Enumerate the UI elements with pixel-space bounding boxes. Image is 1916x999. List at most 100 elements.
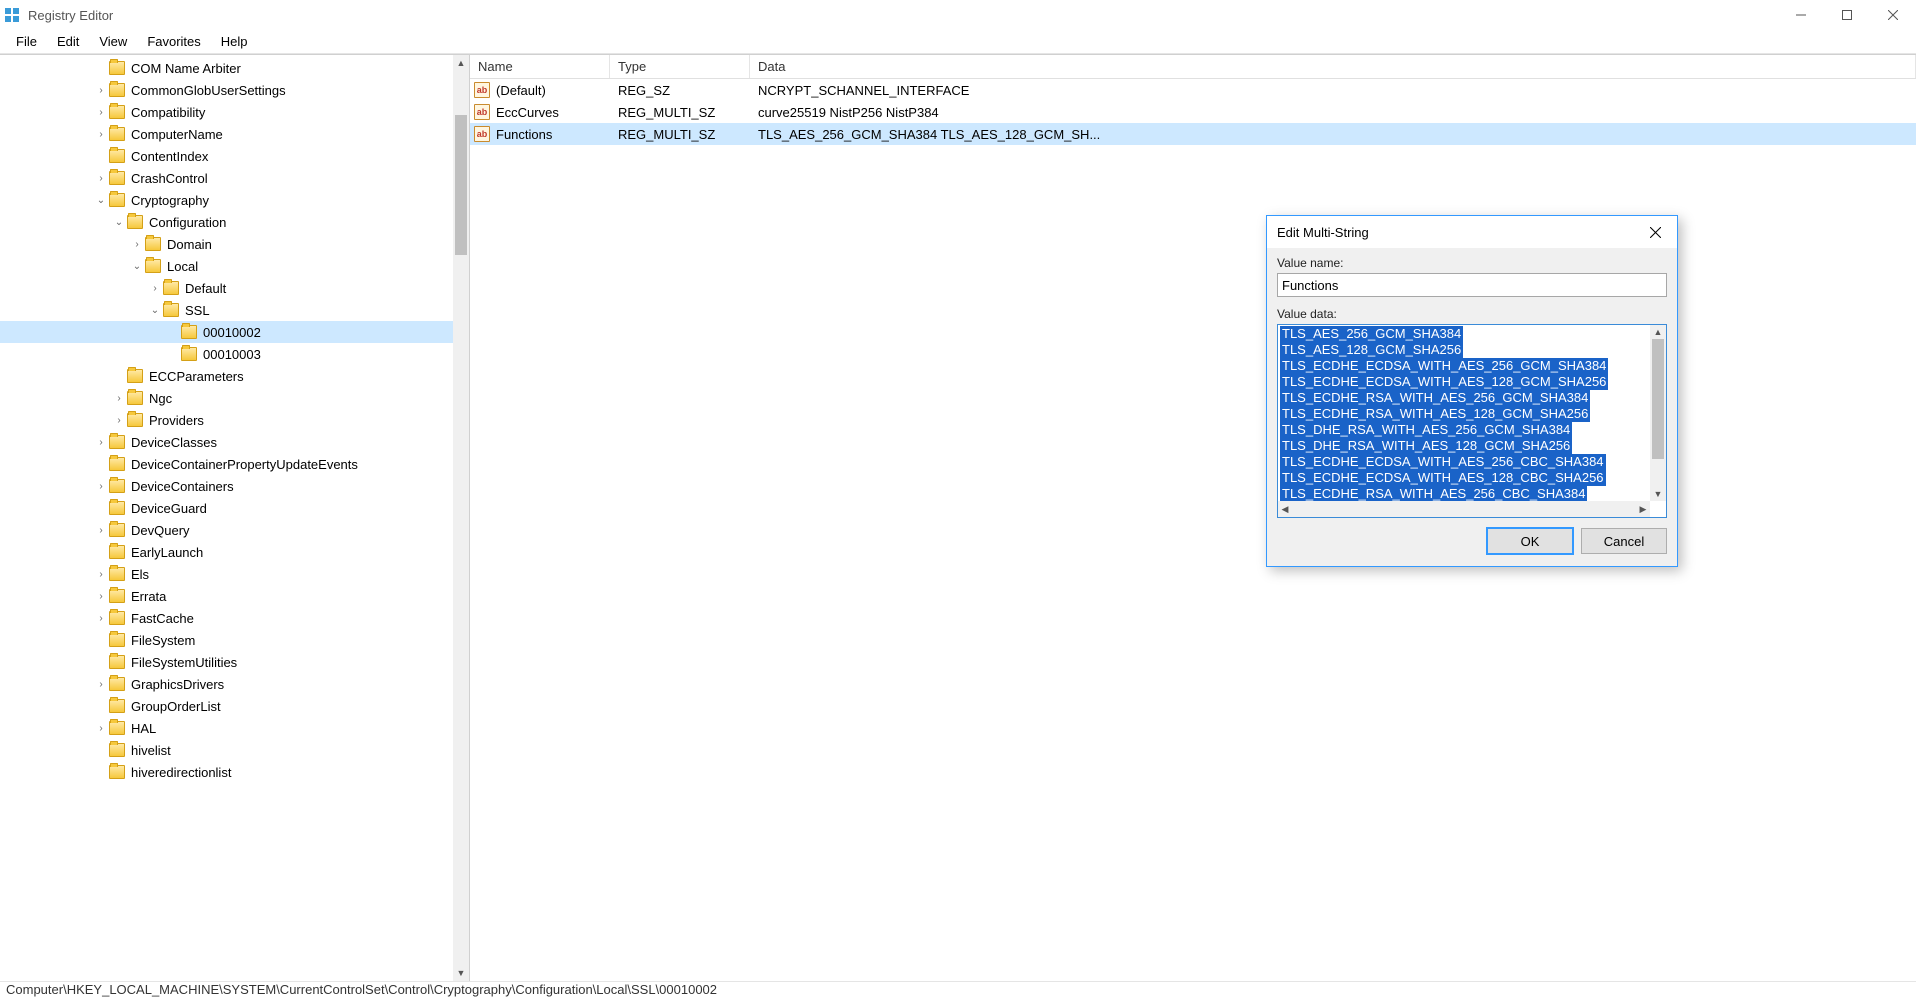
chevron-right-icon[interactable]: › <box>94 107 108 118</box>
chevron-right-icon[interactable]: › <box>94 723 108 734</box>
chevron-right-icon[interactable]: › <box>94 569 108 580</box>
chevron-right-icon[interactable]: › <box>94 437 108 448</box>
tree-item[interactable]: ›DeviceContainers <box>0 475 453 497</box>
scroll-thumb[interactable] <box>455 115 467 255</box>
maximize-button[interactable] <box>1824 0 1870 30</box>
values-list[interactable]: ab(Default)REG_SZNCRYPT_SCHANNEL_INTERFA… <box>470 79 1916 145</box>
dialog-close-button[interactable] <box>1643 220 1667 244</box>
minimize-button[interactable] <box>1778 0 1824 30</box>
value-row[interactable]: abEccCurvesREG_MULTI_SZcurve25519 NistP2… <box>470 101 1916 123</box>
scroll-down-icon[interactable]: ▼ <box>453 965 469 981</box>
tree-item[interactable]: ·00010002 <box>0 321 453 343</box>
chevron-down-icon[interactable]: ⌄ <box>130 261 144 272</box>
cipher-suite-line[interactable]: TLS_ECDHE_ECDSA_WITH_AES_128_GCM_SHA256 <box>1280 374 1608 390</box>
scroll-left-icon[interactable]: ◀ <box>1278 501 1292 517</box>
tree-item[interactable]: ⌄SSL <box>0 299 453 321</box>
cancel-button[interactable]: Cancel <box>1581 528 1667 554</box>
value-row[interactable]: ab(Default)REG_SZNCRYPT_SCHANNEL_INTERFA… <box>470 79 1916 101</box>
chevron-right-icon[interactable]: › <box>148 283 162 294</box>
close-button[interactable] <box>1870 0 1916 30</box>
address-bar[interactable]: Computer\HKEY_LOCAL_MACHINE\SYSTEM\Curre… <box>0 981 1916 999</box>
scroll-up-icon[interactable]: ▲ <box>1650 325 1666 339</box>
chevron-down-icon[interactable]: ⌄ <box>112 217 126 228</box>
cipher-suite-line[interactable]: TLS_ECDHE_RSA_WITH_AES_256_GCM_SHA384 <box>1280 390 1590 406</box>
tree-item[interactable]: ⌄Configuration <box>0 211 453 233</box>
tree-item[interactable]: ›DevQuery <box>0 519 453 541</box>
tree-item[interactable]: ›CommonGlobUserSettings <box>0 79 453 101</box>
tree-item[interactable]: ⌄Cryptography <box>0 189 453 211</box>
scroll-thumb[interactable] <box>1652 339 1664 459</box>
tree-item[interactable]: ·ContentIndex <box>0 145 453 167</box>
tree-item[interactable]: ·FileSystem <box>0 629 453 651</box>
string-value-icon: ab <box>474 82 490 98</box>
menu-help[interactable]: Help <box>211 32 258 51</box>
value-row[interactable]: abFunctionsREG_MULTI_SZTLS_AES_256_GCM_S… <box>470 123 1916 145</box>
chevron-right-icon[interactable]: › <box>94 591 108 602</box>
cipher-suite-line[interactable]: TLS_ECDHE_RSA_WITH_AES_256_CBC_SHA384 <box>1280 486 1587 501</box>
tree-item[interactable]: ·DeviceGuard <box>0 497 453 519</box>
dialog-hscrollbar[interactable]: ◀ ▶ <box>1278 501 1650 517</box>
cipher-suite-line[interactable]: TLS_DHE_RSA_WITH_AES_256_GCM_SHA384 <box>1280 422 1572 438</box>
menu-edit[interactable]: Edit <box>47 32 89 51</box>
cipher-suite-line[interactable]: TLS_DHE_RSA_WITH_AES_128_GCM_SHA256 <box>1280 438 1572 454</box>
scroll-right-icon[interactable]: ▶ <box>1636 501 1650 517</box>
tree-item[interactable]: ·COM Name Arbiter <box>0 57 453 79</box>
tree-item[interactable]: › Providers <box>0 409 453 431</box>
cipher-suite-line[interactable]: TLS_AES_128_GCM_SHA256 <box>1280 342 1463 358</box>
chevron-right-icon[interactable]: › <box>94 85 108 96</box>
dialog-vscrollbar[interactable]: ▲ ▼ <box>1650 325 1666 501</box>
chevron-right-icon[interactable]: › <box>94 173 108 184</box>
tree-item[interactable]: ›Domain <box>0 233 453 255</box>
chevron-right-icon[interactable]: › <box>112 415 126 426</box>
tree-item[interactable]: ›ComputerName <box>0 123 453 145</box>
tree-item[interactable]: ›Default <box>0 277 453 299</box>
column-header-data[interactable]: Data <box>750 55 1916 78</box>
menu-view[interactable]: View <box>89 32 137 51</box>
tree-item[interactable]: ·hiveredirectionlist <box>0 761 453 783</box>
ok-button[interactable]: OK <box>1487 528 1573 554</box>
chevron-right-icon[interactable]: › <box>112 393 126 404</box>
cipher-suite-line[interactable]: TLS_ECDHE_ECDSA_WITH_AES_256_CBC_SHA384 <box>1280 454 1606 470</box>
chevron-down-icon[interactable]: ⌄ <box>94 195 108 206</box>
tree-item[interactable]: ›FastCache <box>0 607 453 629</box>
tree-item[interactable]: ·EarlyLaunch <box>0 541 453 563</box>
tree-item[interactable]: ›Compatibility <box>0 101 453 123</box>
tree-item[interactable]: ›Errata <box>0 585 453 607</box>
cipher-suite-line[interactable]: TLS_ECDHE_ECDSA_WITH_AES_256_GCM_SHA384 <box>1280 358 1608 374</box>
scroll-down-icon[interactable]: ▼ <box>1650 487 1666 501</box>
cipher-suite-line[interactable]: TLS_AES_256_GCM_SHA384 <box>1280 326 1463 342</box>
column-header-name[interactable]: Name <box>470 55 610 78</box>
menu-file[interactable]: File <box>6 32 47 51</box>
tree-item[interactable]: ·ECCParameters <box>0 365 453 387</box>
tree-item[interactable]: ·DeviceContainerPropertyUpdateEvents <box>0 453 453 475</box>
registry-tree[interactable]: ·COM Name Arbiter›CommonGlobUserSettings… <box>0 55 453 783</box>
tree-item[interactable]: ·GroupOrderList <box>0 695 453 717</box>
cipher-suite-line[interactable]: TLS_ECDHE_RSA_WITH_AES_128_GCM_SHA256 <box>1280 406 1590 422</box>
tree-item[interactable]: ·hivelist <box>0 739 453 761</box>
chevron-down-icon[interactable]: ⌄ <box>148 305 162 316</box>
menu-favorites[interactable]: Favorites <box>137 32 210 51</box>
scroll-up-icon[interactable]: ▲ <box>453 55 469 71</box>
value-name-input[interactable] <box>1277 273 1667 297</box>
chevron-right-icon[interactable]: › <box>94 525 108 536</box>
chevron-right-icon[interactable]: › <box>94 129 108 140</box>
chevron-right-icon[interactable]: › <box>94 481 108 492</box>
tree-item-label: Providers <box>147 413 206 428</box>
tree-item[interactable]: ›DeviceClasses <box>0 431 453 453</box>
column-header-type[interactable]: Type <box>610 55 750 78</box>
tree-item[interactable]: ›CrashControl <box>0 167 453 189</box>
tree-item[interactable]: ⌄Local <box>0 255 453 277</box>
tree-item[interactable]: ›Ngc <box>0 387 453 409</box>
tree-item[interactable]: ·FileSystemUtilities <box>0 651 453 673</box>
tree-item[interactable]: ›HAL <box>0 717 453 739</box>
tree-item[interactable]: ›GraphicsDrivers <box>0 673 453 695</box>
tree-scrollbar[interactable]: ▲ ▼ <box>453 55 469 981</box>
tree-item[interactable]: ›Els <box>0 563 453 585</box>
value-data-textarea[interactable]: TLS_AES_256_GCM_SHA384TLS_AES_128_GCM_SH… <box>1277 324 1667 518</box>
chevron-right-icon[interactable]: › <box>94 679 108 690</box>
cipher-suite-line[interactable]: TLS_ECDHE_ECDSA_WITH_AES_128_CBC_SHA256 <box>1280 470 1606 486</box>
dialog-titlebar[interactable]: Edit Multi-String <box>1267 216 1677 248</box>
tree-item[interactable]: ·00010003 <box>0 343 453 365</box>
chevron-right-icon[interactable]: › <box>130 239 144 250</box>
chevron-right-icon[interactable]: › <box>94 613 108 624</box>
